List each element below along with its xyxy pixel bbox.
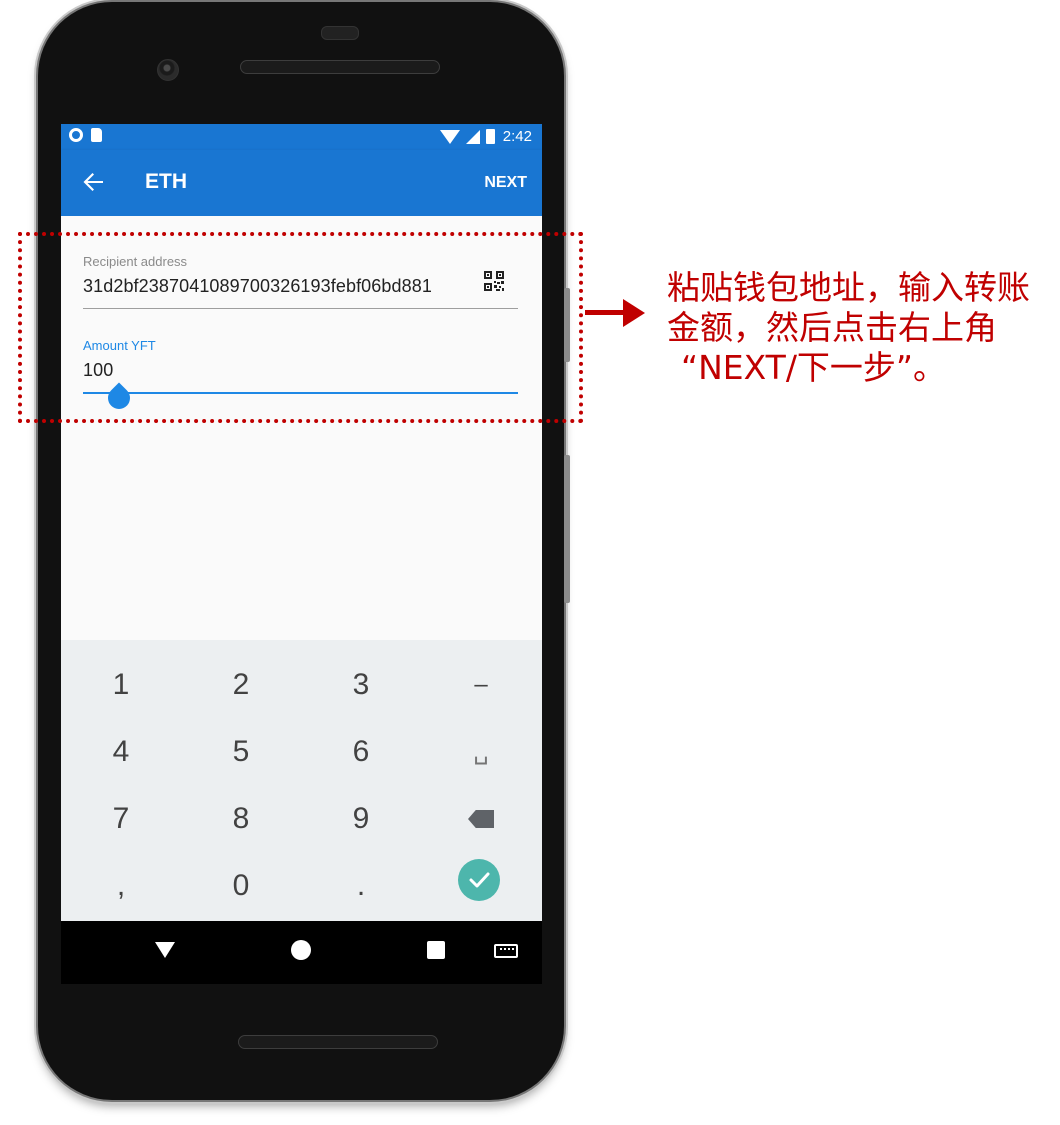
nav-home-icon[interactable] xyxy=(291,940,311,960)
checkmark-icon xyxy=(469,872,490,888)
done-button[interactable] xyxy=(458,859,500,901)
backspace-icon xyxy=(468,810,494,828)
next-button[interactable]: NEXT xyxy=(484,174,527,192)
key-8[interactable]: 8 xyxy=(181,785,301,853)
key-backspace[interactable] xyxy=(421,785,541,853)
status-time: 2:42 xyxy=(502,128,532,145)
sd-card-icon xyxy=(91,128,102,142)
battery-icon xyxy=(485,129,495,144)
front-camera xyxy=(157,59,179,81)
key-3[interactable]: 3 xyxy=(301,651,421,719)
callout-arrow-line xyxy=(585,310,627,315)
key-9[interactable]: 9 xyxy=(301,785,421,853)
wifi-icon xyxy=(439,129,460,144)
key-2[interactable]: 2 xyxy=(181,651,301,719)
earpiece-speaker xyxy=(240,60,440,74)
volume-button[interactable] xyxy=(564,455,570,603)
key-space[interactable]: ␣ xyxy=(421,718,541,786)
key-4[interactable]: 4 xyxy=(61,718,181,786)
nav-back-icon[interactable] xyxy=(155,942,175,958)
key-7[interactable]: 7 xyxy=(61,785,181,853)
numeric-keypad: 1 2 3 – 4 5 6 ␣ 7 8 9 , 0 . xyxy=(61,640,542,921)
highlight-box xyxy=(18,232,583,423)
nav-recents-icon[interactable] xyxy=(427,941,445,959)
app-bar: ETH NEXT xyxy=(61,150,542,216)
arrow-back-icon[interactable] xyxy=(79,168,107,196)
key-minus[interactable]: – xyxy=(421,651,541,719)
system-nav-bar xyxy=(61,921,542,984)
status-bar: 2:42 xyxy=(61,124,542,150)
key-5[interactable]: 5 xyxy=(181,718,301,786)
arrow-right-icon xyxy=(623,299,645,327)
top-sensor xyxy=(321,26,359,40)
callout-text: 粘贴钱包地址，输入转账 金额，然后点击右上角 “NEXT/下一步”。 xyxy=(667,268,1047,388)
key-1[interactable]: 1 xyxy=(61,651,181,719)
key-6[interactable]: 6 xyxy=(301,718,421,786)
bottom-speaker xyxy=(238,1035,438,1049)
callout-line-3: “NEXT/下一步”。 xyxy=(681,348,947,387)
cell-signal-icon xyxy=(465,129,480,144)
callout-line-1: 粘贴钱包地址，输入转账 xyxy=(667,268,1030,307)
page-title: ETH xyxy=(145,170,187,193)
callout-line-2: 金额，然后点击右上角 xyxy=(667,308,997,347)
notification-circle-icon xyxy=(69,128,83,142)
key-comma[interactable]: , xyxy=(61,852,181,920)
key-period[interactable]: . xyxy=(301,852,421,920)
key-0[interactable]: 0 xyxy=(181,852,301,920)
keyboard-icon[interactable] xyxy=(494,944,518,958)
